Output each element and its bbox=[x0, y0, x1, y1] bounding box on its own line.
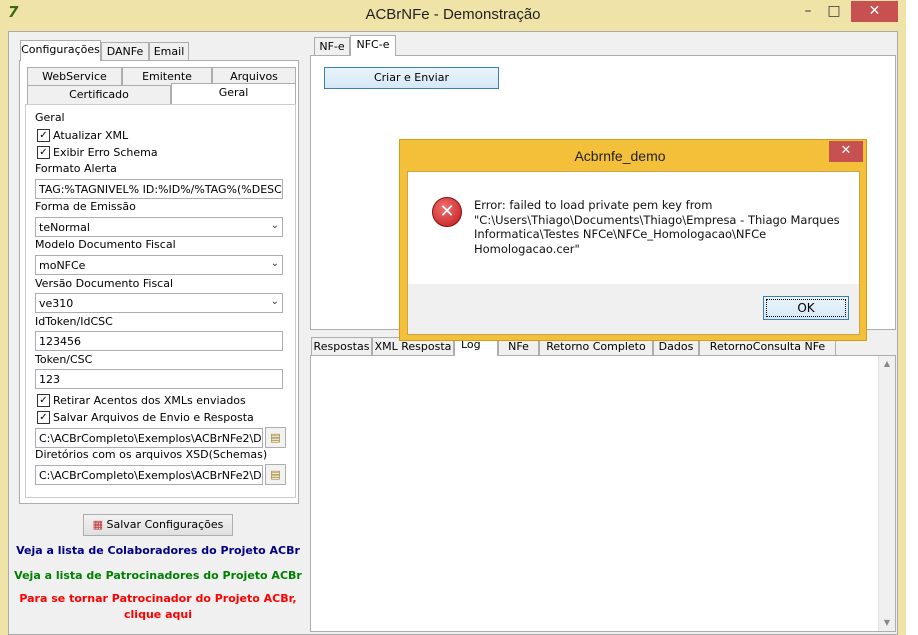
title-bar[interactable]: 7 ACBrNFe - Demonstração – □ ✕ bbox=[0, 0, 906, 32]
token-label: Token/CSC bbox=[35, 353, 93, 366]
close-button[interactable]: ✕ bbox=[851, 1, 898, 22]
configuracoes-panel: WebService Emitente Arquivos Certificado… bbox=[19, 60, 299, 504]
background-window bbox=[906, 0, 918, 635]
salvar-configuracoes-label: Salvar Configurações bbox=[106, 518, 224, 531]
exibir-erro-label: Exibir Erro Schema bbox=[53, 146, 158, 159]
geral-panel: Geral ✓ Atualizar XML ✓ Exibir Erro Sche… bbox=[25, 104, 296, 498]
modelo-label: Modelo Documento Fiscal bbox=[35, 238, 176, 251]
atualizar-xml-checkbox[interactable]: ✓ bbox=[37, 129, 50, 142]
diretorios-label: Diretórios com os arquivos XSD(Schemas) bbox=[35, 448, 268, 461]
forma-emissao-select[interactable]: teNormal ⌄ bbox=[35, 217, 283, 237]
atualizar-xml-label: Atualizar XML bbox=[53, 129, 129, 142]
modelo-select[interactable]: moNFCe ⌄ bbox=[35, 255, 283, 275]
salvar-arquivos-checkbox[interactable]: ✓ bbox=[37, 411, 50, 424]
scroll-up-icon[interactable]: ▲ bbox=[879, 356, 895, 372]
tab-webservice[interactable]: WebService bbox=[27, 67, 122, 86]
forma-emissao-label: Forma de Emissão bbox=[35, 200, 136, 213]
minimize-button[interactable]: – bbox=[795, 1, 821, 22]
path-salvar-input[interactable]: C:\ACBrCompleto\Exemplos\ACBrNFe2\Delph bbox=[35, 428, 263, 448]
tab-respostas[interactable]: Respostas bbox=[311, 337, 372, 356]
save-icon: ▦ bbox=[92, 518, 107, 531]
formato-alerta-input[interactable]: TAG:%TAGNIVEL% ID:%ID%/%TAG%(%DESCRICA bbox=[35, 179, 283, 199]
versao-select[interactable]: ve310 ⌄ bbox=[35, 293, 283, 313]
log-panel: ▲ ▼ bbox=[310, 355, 896, 632]
left-pane: Configurações DANFe Email WebService Emi… bbox=[9, 32, 307, 634]
dialog-footer: OK bbox=[408, 284, 859, 334]
tab-geral[interactable]: Geral bbox=[171, 83, 296, 104]
log-scrollbar[interactable]: ▲ ▼ bbox=[878, 356, 895, 631]
clique-aqui-link[interactable]: clique aqui bbox=[9, 608, 307, 621]
formato-alerta-label: Formato Alerta bbox=[35, 162, 117, 175]
chevron-down-icon: ⌄ bbox=[270, 296, 279, 307]
error-message: Error: failed to load private pem key fr… bbox=[474, 198, 840, 256]
colaboradores-link[interactable]: Veja a lista de Colaboradores do Projeto… bbox=[9, 544, 307, 557]
tab-certificado[interactable]: Certificado bbox=[27, 85, 171, 104]
token-input[interactable]: 123 bbox=[35, 369, 283, 389]
window-title: ACBrNFe - Demonstração bbox=[365, 6, 541, 23]
folder-icon[interactable]: ▤ bbox=[265, 427, 286, 448]
forma-emissao-value: teNormal bbox=[39, 221, 90, 234]
idtoken-label: IdToken/IdCSC bbox=[35, 315, 113, 328]
maximize-button[interactable]: □ bbox=[821, 1, 847, 22]
versao-value: ve310 bbox=[39, 297, 74, 310]
tab-configuracoes[interactable]: Configurações bbox=[20, 40, 101, 61]
salvar-configuracoes-button[interactable]: ▦ Salvar Configurações bbox=[83, 514, 233, 536]
tab-nfe[interactable]: NF-e bbox=[314, 37, 350, 56]
idtoken-input[interactable]: 123456 bbox=[35, 331, 283, 351]
patrocinadores-link[interactable]: Veja a lista de Patrocinadores do Projet… bbox=[9, 569, 307, 582]
retirar-acentos-label: Retirar Acentos dos XMLs enviados bbox=[53, 394, 246, 407]
dialog-close-button[interactable]: ✕ bbox=[829, 141, 863, 162]
scroll-down-icon[interactable]: ▼ bbox=[879, 615, 895, 631]
ok-label: OK bbox=[766, 299, 846, 317]
retirar-acentos-checkbox[interactable]: ✓ bbox=[37, 394, 50, 407]
dialog-title: Acbrnfe_demo bbox=[574, 148, 666, 164]
error-icon: ✕ bbox=[432, 197, 462, 227]
chevron-down-icon: ⌄ bbox=[270, 258, 279, 269]
error-dialog: Acbrnfe_demo ✕ ✕ Error: failed to load p… bbox=[399, 139, 867, 341]
path-schemas-input[interactable]: C:\ACBrCompleto\Exemplos\ACBrNFe2\Delph bbox=[35, 465, 263, 485]
tornar-patrocinador-link[interactable]: Para se tornar Patrocinador do Projeto A… bbox=[9, 592, 307, 605]
tab-email[interactable]: Email bbox=[149, 42, 189, 61]
tab-nfce[interactable]: NFC-e bbox=[350, 35, 396, 56]
criar-enviar-button[interactable]: Criar e Enviar bbox=[324, 67, 499, 89]
modelo-value: moNFCe bbox=[39, 259, 86, 272]
tab-danfe[interactable]: DANFe bbox=[101, 42, 149, 61]
chevron-down-icon: ⌄ bbox=[270, 220, 279, 231]
group-label: Geral bbox=[35, 111, 65, 124]
folder-icon[interactable]: ▤ bbox=[265, 464, 286, 485]
dialog-body: ✕ Error: failed to load private pem key … bbox=[407, 171, 860, 335]
exibir-erro-checkbox[interactable]: ✓ bbox=[37, 146, 50, 159]
versao-label: Versão Documento Fiscal bbox=[35, 277, 174, 290]
ok-button[interactable]: OK bbox=[763, 296, 849, 320]
salvar-arquivos-label: Salvar Arquivos de Envio e Resposta bbox=[53, 411, 254, 424]
